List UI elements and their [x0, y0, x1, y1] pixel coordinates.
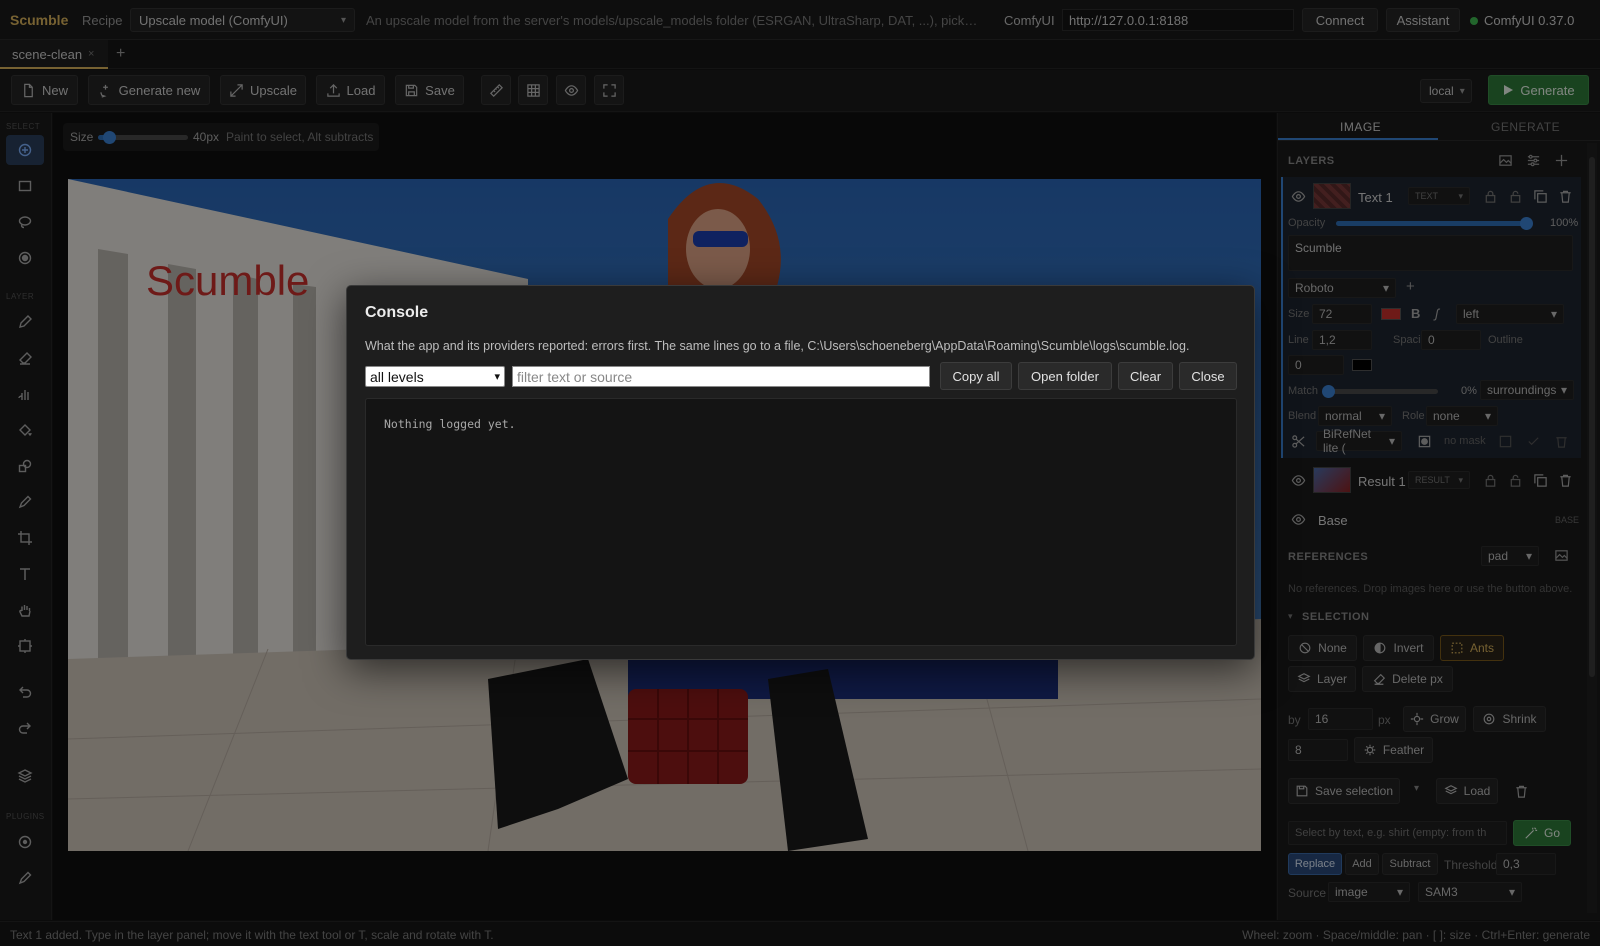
chevron-down-icon: ▾ — [494, 371, 500, 383]
log-level-select[interactable]: all levels ▾ — [365, 366, 505, 387]
log-filter-input[interactable] — [512, 366, 930, 387]
console-dialog: Console What the app and its providers r… — [346, 285, 1255, 660]
copy-all-button[interactable]: Copy all — [940, 362, 1012, 390]
console-title: Console — [365, 304, 429, 321]
console-description: What the app and its providers reported:… — [365, 339, 1190, 353]
empty-log-message: Nothing logged yet. — [384, 417, 516, 431]
close-button[interactable]: Close — [1179, 362, 1237, 390]
log-output[interactable]: Nothing logged yet. — [365, 398, 1237, 646]
log-level-value: all levels — [370, 368, 424, 385]
open-folder-button[interactable]: Open folder — [1018, 362, 1112, 390]
clear-button[interactable]: Clear — [1118, 362, 1173, 390]
